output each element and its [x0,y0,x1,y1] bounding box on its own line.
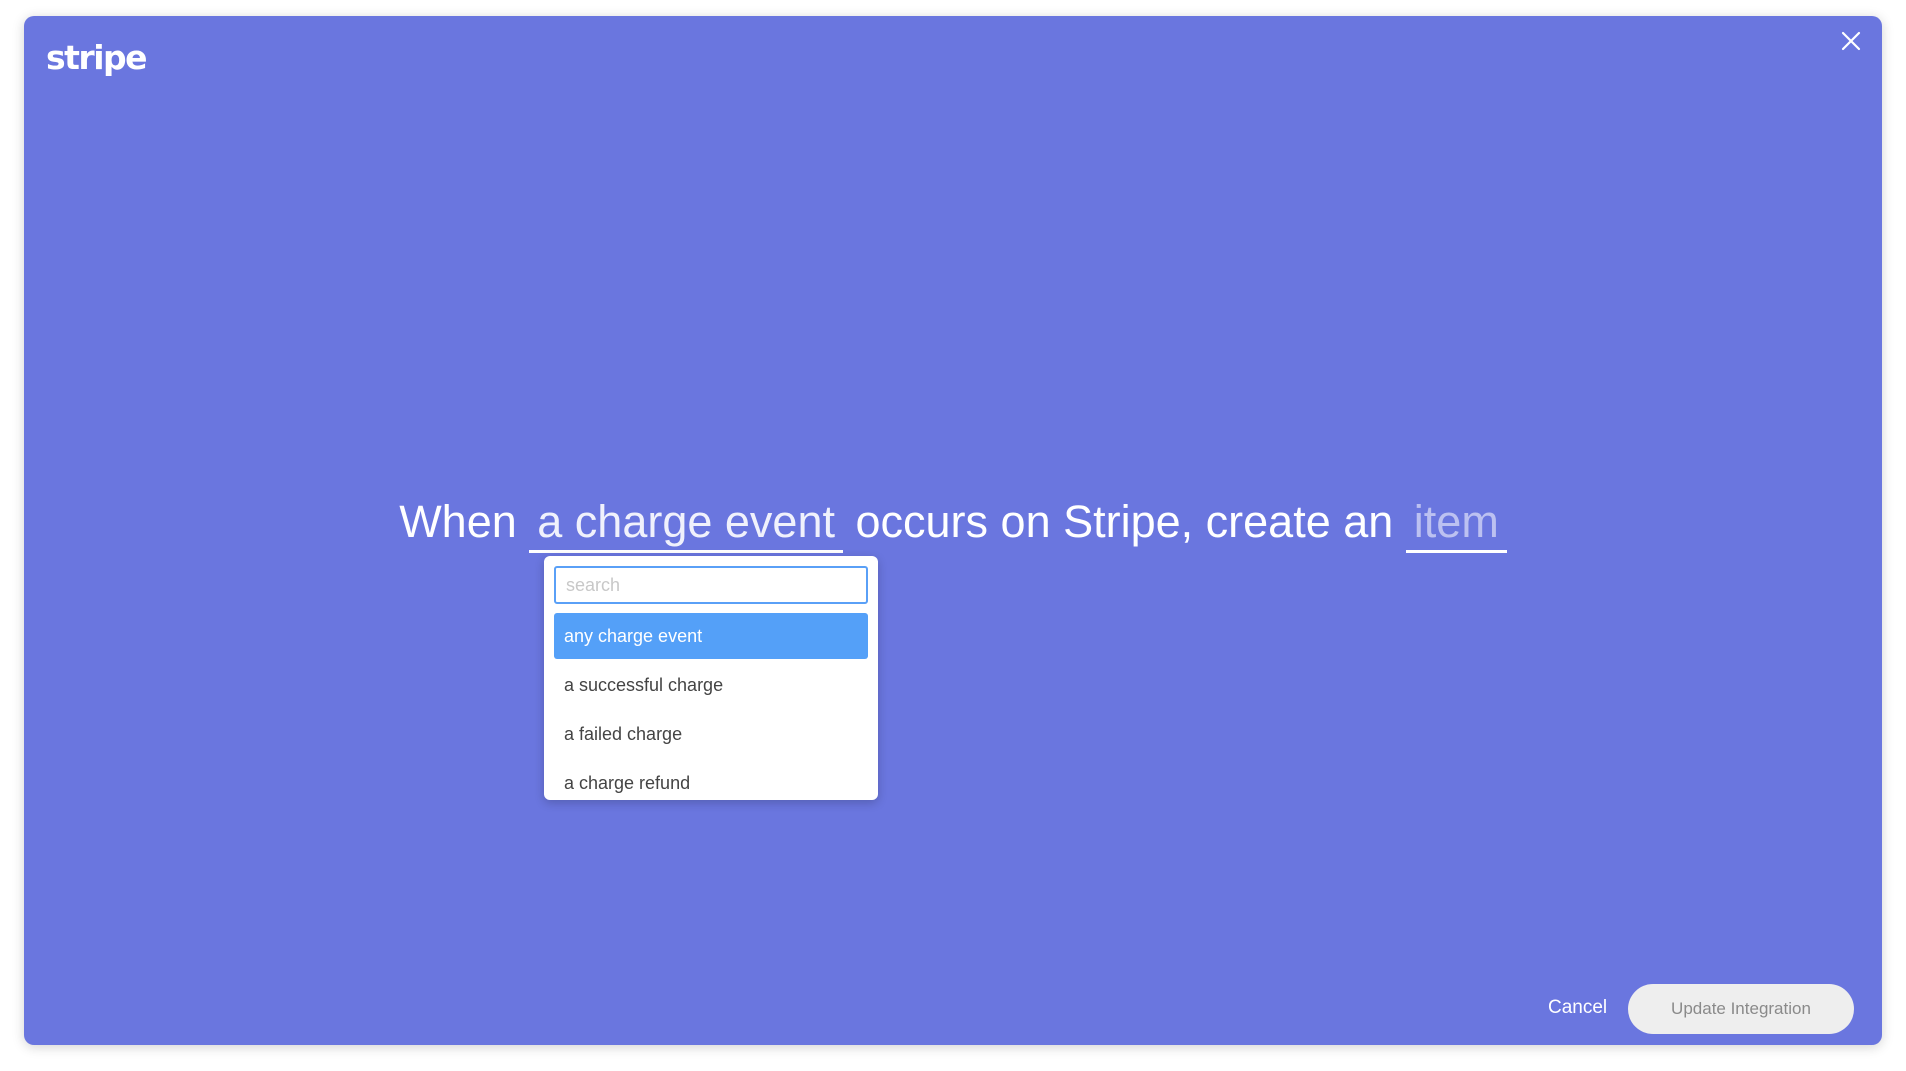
option-any-charge-event[interactable]: any charge event [554,613,868,659]
item-selector[interactable]: item [1405,496,1507,553]
sentence-text-when: When [399,496,517,547]
stripe-logo: stripe [46,38,148,77]
option-failed-charge[interactable]: a failed charge [554,711,868,757]
event-selector[interactable]: a charge event [529,496,843,553]
option-label: a failed charge [564,723,683,744]
option-label: a successful charge [564,674,724,695]
option-label: any charge event [564,625,703,646]
sentence-text-occurs: occurs on Stripe, create an [855,496,1394,547]
close-icon [1841,31,1861,51]
update-integration-button[interactable]: Update Integration [1628,984,1854,1034]
integration-modal: stripe When a charge event occurs on Str… [24,16,1882,1045]
search-input[interactable] [554,566,868,604]
event-dropdown: any charge event a successful charge a f… [544,556,878,800]
option-label: a charge refund [564,772,691,793]
close-button[interactable] [1834,24,1868,58]
option-successful-charge[interactable]: a successful charge [554,662,868,708]
option-charge-refund[interactable]: a charge refund [554,760,868,800]
cancel-button[interactable]: Cancel [1548,988,1607,1028]
recipe-sentence: When a charge event occurs on Stripe, cr… [24,496,1882,553]
